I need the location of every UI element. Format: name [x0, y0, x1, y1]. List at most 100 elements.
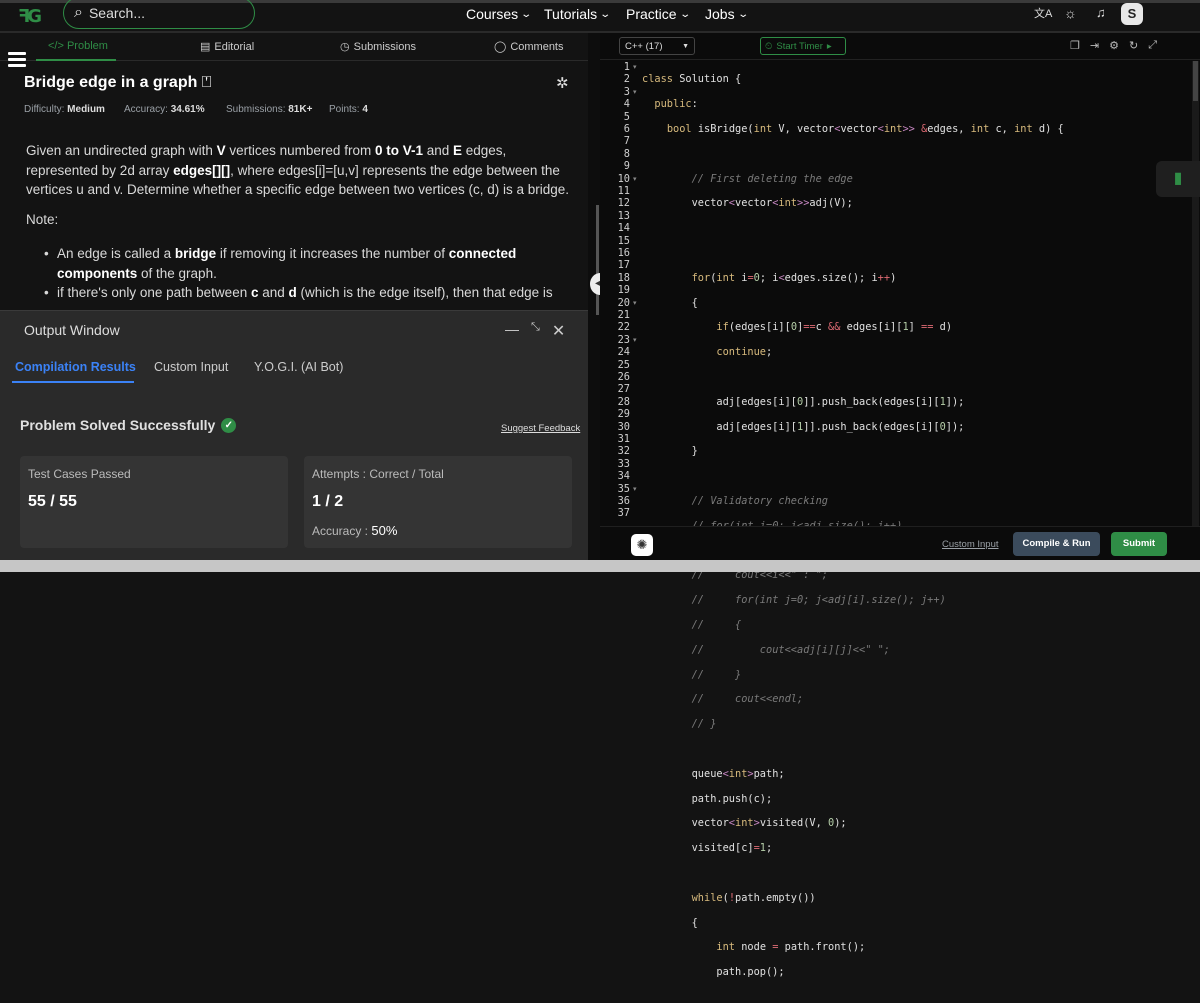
- settings-icon[interactable]: ⚙: [1109, 39, 1119, 52]
- tab-problem[interactable]: </> Problem: [48, 40, 108, 52]
- fold-arrow-icon[interactable]: ▾: [633, 88, 637, 96]
- gfg-logo[interactable]: ꟻG: [18, 6, 58, 27]
- fullscreen-icon[interactable]: ⤢: [1148, 39, 1157, 52]
- document-icon: ▤: [200, 41, 211, 53]
- search-icon: ⌕: [74, 4, 83, 21]
- chevron-down-icon: ⌄: [736, 8, 749, 20]
- code-line: // {: [691, 618, 742, 631]
- editor-footer: ✺ Custom Input Compile & Run Submit: [600, 526, 1200, 560]
- minimize-icon[interactable]: —: [505, 321, 519, 341]
- menu-icon[interactable]: [8, 49, 26, 67]
- reset-icon[interactable]: ↻: [1129, 39, 1138, 52]
- search-input[interactable]: ⌕ Search...: [63, 0, 255, 29]
- line-number: 1: [623, 61, 630, 73]
- accuracy: Accuracy: 34.61%: [124, 104, 205, 115]
- tab-label: Submissions: [353, 40, 416, 53]
- search-placeholder: Search...: [88, 5, 145, 21]
- bookmark-icon[interactable]: ⍞: [197, 74, 212, 91]
- language-select[interactable]: C++ (17) ▼: [619, 37, 695, 55]
- line-number: 4: [623, 98, 630, 111]
- line-number: 6: [623, 123, 630, 135]
- nav-courses[interactable]: Courses ⌄: [466, 6, 533, 22]
- meta-value: Medium: [67, 104, 105, 115]
- fold-arrow-icon[interactable]: ▾: [633, 485, 637, 493]
- tab-editorial[interactable]: ▤ Editorial: [200, 40, 255, 54]
- tab-compilation-results[interactable]: Compilation Results: [15, 360, 136, 374]
- code-line: // cout<<endl;: [691, 693, 804, 706]
- attempts-card: Attempts : Correct / Total 1 / 2 Accurac…: [304, 456, 572, 548]
- fold-arrow-icon[interactable]: ▾: [633, 299, 637, 307]
- tab-custom-input[interactable]: Custom Input: [154, 360, 228, 374]
- tab-submissions[interactable]: ◷ Submissions: [340, 40, 416, 54]
- language-value: C++ (17): [625, 41, 663, 52]
- output-window-controls: — ⤡ ✕: [505, 321, 565, 341]
- tab-yogi-ai-bot[interactable]: Y.O.G.I. (AI Bot): [254, 360, 343, 374]
- code-line: // First deleting the edge: [691, 172, 853, 185]
- tab-comments[interactable]: ◯ Comments: [494, 40, 564, 54]
- tab-label: Editorial: [214, 40, 255, 53]
- expand-icon[interactable]: ⤡: [531, 321, 540, 341]
- code-line: for(int i=0; i<edges.size(); i++): [691, 271, 897, 284]
- submit-button[interactable]: Submit: [1111, 532, 1167, 556]
- line-number: 33: [617, 457, 630, 470]
- theme-sun-icon[interactable]: ☼: [1064, 5, 1077, 21]
- meta-label: Accuracy:: [124, 104, 168, 115]
- lightbulb-icon[interactable]: ✺: [631, 534, 653, 556]
- code-line: while(!path.empty()): [691, 891, 816, 904]
- test-cases-card: Test Cases Passed 55 / 55: [20, 456, 288, 548]
- copy-icon[interactable]: ❐: [1070, 39, 1080, 52]
- editor-scrollbar[interactable]: [1192, 61, 1199, 526]
- line-number: 32: [617, 445, 630, 458]
- line-number: 13: [617, 209, 630, 222]
- start-timer-button[interactable]: ⏲ Start Timer ▸: [760, 37, 846, 55]
- check-circle-icon: ✓: [221, 417, 237, 433]
- fold-arrow-icon[interactable]: ▾: [633, 175, 637, 183]
- close-icon[interactable]: ✕: [552, 321, 565, 341]
- nav-practice[interactable]: Practice ⌄: [626, 6, 691, 22]
- line-number: 24: [617, 346, 630, 359]
- line-number: 5: [623, 110, 630, 123]
- bottom-scrollbar[interactable]: [0, 560, 1200, 572]
- tab-label: </> Problem: [48, 40, 108, 52]
- output-window: Output Window — ⤡ ✕ Compilation Results …: [0, 310, 588, 572]
- code-line: if(edges[i][0]==c && edges[i][1] == d): [716, 321, 953, 334]
- line-number: 29: [617, 408, 630, 421]
- report-bug-icon[interactable]: ✲: [556, 74, 569, 92]
- line-number: 25: [617, 358, 630, 371]
- line-number: 36: [617, 495, 630, 507]
- editor-actions: ❐ ⇥ ⚙ ↻ ⤢: [1070, 39, 1157, 52]
- line-number: 20: [617, 296, 630, 309]
- code-line: // Validatory checking: [691, 494, 828, 507]
- editor-scroll-thumb[interactable]: [1193, 61, 1198, 101]
- meta-label: Submissions:: [226, 104, 286, 115]
- upload-icon[interactable]: ⇥: [1090, 39, 1099, 52]
- chat-icon[interactable]: ▮: [1156, 161, 1200, 197]
- meta-label: Difficulty:: [24, 104, 65, 115]
- line-number: 8: [623, 147, 630, 160]
- chevron-down-icon: ▼: [682, 43, 689, 50]
- suggest-feedback-link[interactable]: Suggest Feedback: [501, 423, 580, 434]
- line-number: 12: [617, 197, 630, 210]
- card-label: Test Cases Passed: [28, 467, 131, 481]
- nav-label: Tutorials: [544, 6, 598, 22]
- nav-tutorials[interactable]: Tutorials ⌄: [544, 6, 611, 22]
- bell-icon[interactable]: ♫: [1096, 5, 1106, 20]
- code-line: continue;: [716, 346, 773, 359]
- page-title: Bridge edge in a graph ⍞: [24, 74, 211, 92]
- avatar[interactable]: S: [1121, 3, 1143, 25]
- translate-icon[interactable]: 文A: [1034, 5, 1052, 21]
- chevron-down-icon: ⌄: [520, 8, 533, 20]
- scrollbar[interactable]: [596, 205, 599, 315]
- note-list: An edge is called a bridge if removing i…: [44, 244, 564, 303]
- custom-input-link[interactable]: Custom Input: [942, 539, 999, 550]
- chevron-down-icon: ⌄: [678, 8, 691, 20]
- nav-label: Practice: [626, 6, 677, 22]
- list-item: if there's only one path between c and d…: [44, 283, 564, 303]
- compile-run-button[interactable]: Compile & Run: [1013, 532, 1100, 556]
- editor-toolbar: C++ (17) ▼ ⏲ Start Timer ▸ ❐ ⇥ ⚙ ↻ ⤢: [600, 33, 1200, 60]
- code-line: {: [642, 916, 698, 929]
- nav-jobs[interactable]: Jobs ⌄: [705, 6, 749, 22]
- fold-arrow-icon[interactable]: ▾: [633, 63, 637, 71]
- fold-arrow-icon[interactable]: ▾: [633, 336, 637, 344]
- code-line: queue<int>path;: [642, 767, 785, 780]
